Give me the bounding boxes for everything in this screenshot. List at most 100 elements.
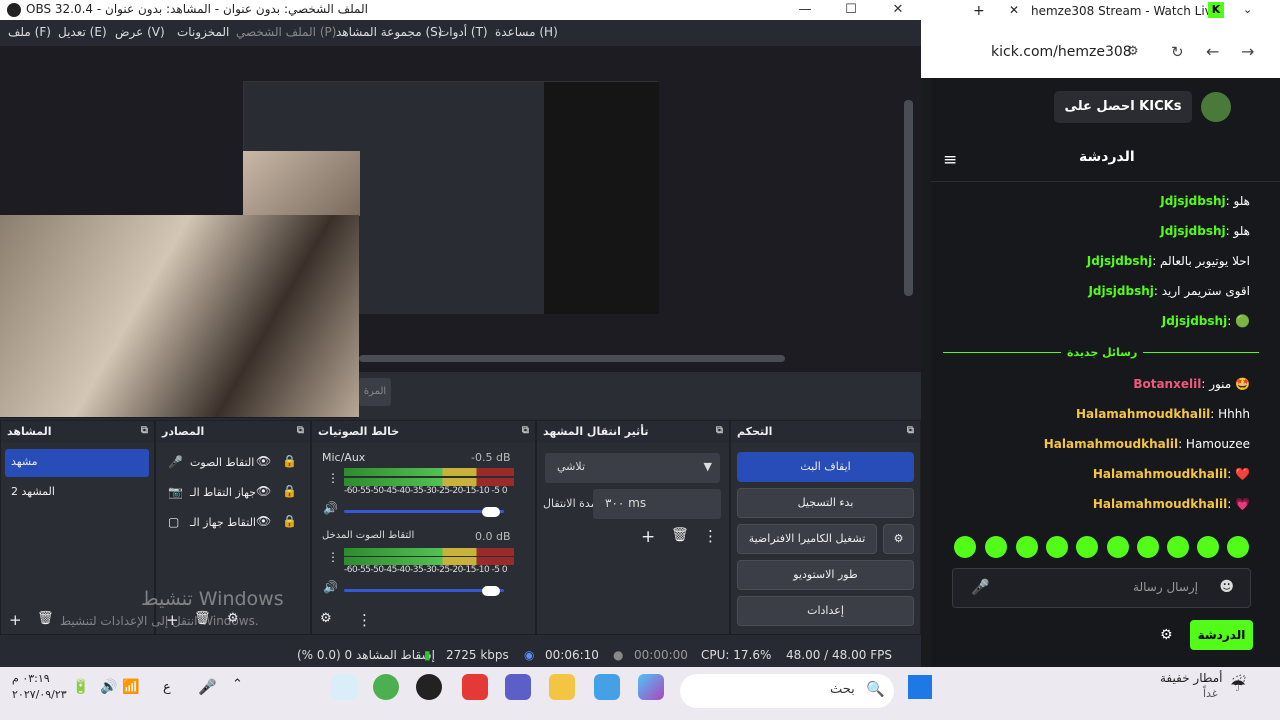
- emote-icon[interactable]: [1046, 536, 1068, 558]
- chat-send-button[interactable]: الدردشة: [1190, 620, 1253, 650]
- menu-help[interactable]: مساعدة (H): [495, 25, 558, 39]
- maximize-button[interactable]: ☐: [828, 0, 874, 20]
- scene-item[interactable]: مشهد: [5, 449, 149, 477]
- forward-icon[interactable]: →: [1241, 42, 1254, 61]
- tab-list-icon[interactable]: ⌄: [1243, 3, 1252, 16]
- chat-input[interactable]: إرسال رسالة ☻ 🎤: [952, 568, 1251, 608]
- preview-horizontal-scrollbar[interactable]: [359, 355, 785, 362]
- emote-icon[interactable]: [1167, 536, 1189, 558]
- stop-streaming-button[interactable]: ايقاف البث: [737, 452, 914, 482]
- menu-profile[interactable]: الملف الشخصي (P): [236, 25, 336, 39]
- microphone-icon[interactable]: 🎤: [198, 678, 217, 696]
- emote-icon[interactable]: [1227, 536, 1249, 558]
- emote-icon[interactable]: [985, 536, 1007, 558]
- menu-view[interactable]: عرض (V): [115, 25, 165, 39]
- preview-vertical-scrollbar[interactable]: [904, 100, 913, 296]
- undock-icon[interactable]: ⧉: [907, 425, 914, 436]
- brave-icon[interactable]: [462, 674, 488, 700]
- start-virtual-camera-button[interactable]: تشغيل الكاميرا الافتراضية: [737, 524, 877, 554]
- emote-icon[interactable]: [954, 536, 976, 558]
- mixer-settings-icon[interactable]: ⚙: [320, 611, 332, 626]
- start-menu-icon[interactable]: [908, 675, 932, 699]
- volume-slider-knob[interactable]: [482, 586, 501, 596]
- obs-taskbar-icon[interactable]: [416, 674, 442, 700]
- kebab-menu-icon[interactable]: ⋮: [703, 527, 718, 545]
- volume-slider[interactable]: [344, 589, 504, 592]
- photos-icon[interactable]: [594, 674, 620, 700]
- settings-button[interactable]: إعدادات: [737, 596, 914, 626]
- clock-date[interactable]: ٢٠٢٧/٠٩/٢٣: [12, 688, 67, 701]
- microphone-icon[interactable]: 🎤: [971, 578, 990, 596]
- chat-username[interactable]: Halamahmoudkhalil: [1044, 437, 1178, 451]
- chrome-icon[interactable]: [373, 674, 399, 700]
- menu-docks[interactable]: المخزونات: [177, 25, 229, 39]
- minimize-button[interactable]: —: [782, 0, 828, 20]
- kebab-menu-icon[interactable]: ⋮: [327, 471, 339, 485]
- taskbar-search[interactable]: بحث 🔍: [680, 674, 894, 708]
- undock-icon[interactable]: ⧉: [716, 425, 723, 436]
- emote-icon[interactable]: [1016, 536, 1038, 558]
- trash-icon[interactable]: 🗑: [671, 527, 689, 543]
- add-icon[interactable]: +: [641, 527, 655, 547]
- chat-settings-icon[interactable]: ⚙: [1160, 627, 1173, 643]
- chat-username[interactable]: Halamahmoudkhalil: [1093, 467, 1227, 481]
- emoji-icon[interactable]: ☻: [1219, 579, 1234, 595]
- close-button[interactable]: ✕: [875, 0, 921, 20]
- collapse-chat-icon[interactable]: ≡: [943, 150, 957, 170]
- weather-icon[interactable]: ☔: [1230, 675, 1246, 696]
- back-icon[interactable]: ←: [1206, 42, 1219, 61]
- menu-tools[interactable]: أدوات (T): [438, 25, 488, 39]
- chat-username[interactable]: Jdjsjdbshj: [1160, 224, 1225, 238]
- battery-icon[interactable]: 🔋: [72, 679, 89, 695]
- tab-close-icon[interactable]: ✕: [1009, 3, 1019, 17]
- file-explorer-icon[interactable]: [549, 674, 575, 700]
- volume-slider[interactable]: [344, 510, 504, 513]
- input-language[interactable]: ع: [163, 680, 171, 695]
- add-scene-icon[interactable]: +: [9, 611, 22, 629]
- source-item[interactable]: ▢ التقاط جهاز الـ 👁 🔒: [156, 511, 306, 537]
- source-item[interactable]: 🎤 التقاط الصوت 👁 🔒: [156, 451, 306, 477]
- speaker-icon[interactable]: 🔊: [323, 580, 338, 594]
- wifi-icon[interactable]: 📶: [122, 679, 139, 695]
- chat-username[interactable]: Jdjsjdbshj: [1088, 284, 1153, 298]
- undock-icon[interactable]: ⧉: [141, 425, 148, 436]
- app-icon[interactable]: [331, 674, 357, 700]
- reload-icon[interactable]: ↻: [1171, 43, 1184, 61]
- emote-icon[interactable]: [1137, 536, 1159, 558]
- site-settings-icon[interactable]: ⚙: [1127, 44, 1139, 59]
- tray-overflow-icon[interactable]: ⌃: [232, 677, 243, 692]
- volume-slider-knob[interactable]: [482, 507, 501, 517]
- menu-edit[interactable]: تعديل (E): [58, 25, 107, 39]
- eye-icon[interactable]: 👁: [256, 484, 271, 498]
- start-recording-button[interactable]: بدء التسجيل: [737, 488, 914, 518]
- tab-title[interactable]: hemze308 Stream - Watch Live: [1031, 4, 1219, 18]
- mixer-menu-icon[interactable]: ⋮: [357, 611, 372, 629]
- emote-icon[interactable]: [1076, 536, 1098, 558]
- menu-scene-collection[interactable]: مجموعة المشاهد (S): [336, 25, 442, 39]
- lock-icon[interactable]: 🔒: [282, 454, 297, 468]
- scene-item[interactable]: المشهد 2: [5, 479, 149, 507]
- new-tab-icon[interactable]: +: [973, 3, 985, 19]
- undock-icon[interactable]: ⧉: [297, 425, 304, 436]
- chat-username[interactable]: Halamahmoudkhalil: [1093, 497, 1227, 511]
- undock-icon[interactable]: ⧉: [522, 425, 529, 436]
- lock-icon[interactable]: 🔒: [282, 484, 297, 498]
- remove-scene-icon[interactable]: 🗑: [37, 611, 54, 626]
- chat-username[interactable]: Jdjsjdbshj: [1087, 254, 1152, 268]
- chat-username[interactable]: Botanxelil: [1133, 377, 1201, 391]
- chat-username[interactable]: Jdjsjdbshj: [1162, 314, 1227, 328]
- speaker-icon[interactable]: 🔊: [323, 501, 338, 515]
- source-item[interactable]: 📷 جهاز التقاط الـ 👁 🔒: [156, 481, 306, 507]
- clock-time[interactable]: ٠٣:١٩ م: [12, 672, 50, 685]
- transition-select[interactable]: تلاشي ▼: [545, 453, 720, 483]
- copilot-icon[interactable]: [638, 674, 664, 700]
- weather-text[interactable]: أمطار خفيفة: [1160, 671, 1222, 685]
- teams-icon[interactable]: [505, 674, 531, 700]
- url-field[interactable]: kick.com/hemze308: [991, 44, 1132, 60]
- studio-mode-button[interactable]: طور الاستوديو: [737, 560, 914, 590]
- lock-icon[interactable]: 🔒: [282, 514, 297, 528]
- duration-spinbox[interactable]: ٣٠٠ ms: [593, 489, 721, 519]
- emote-icon[interactable]: [1197, 536, 1219, 558]
- get-kicks-button[interactable]: احصل على KICKs: [1054, 91, 1192, 123]
- chat-username[interactable]: Halamahmoudkhalil: [1076, 407, 1210, 421]
